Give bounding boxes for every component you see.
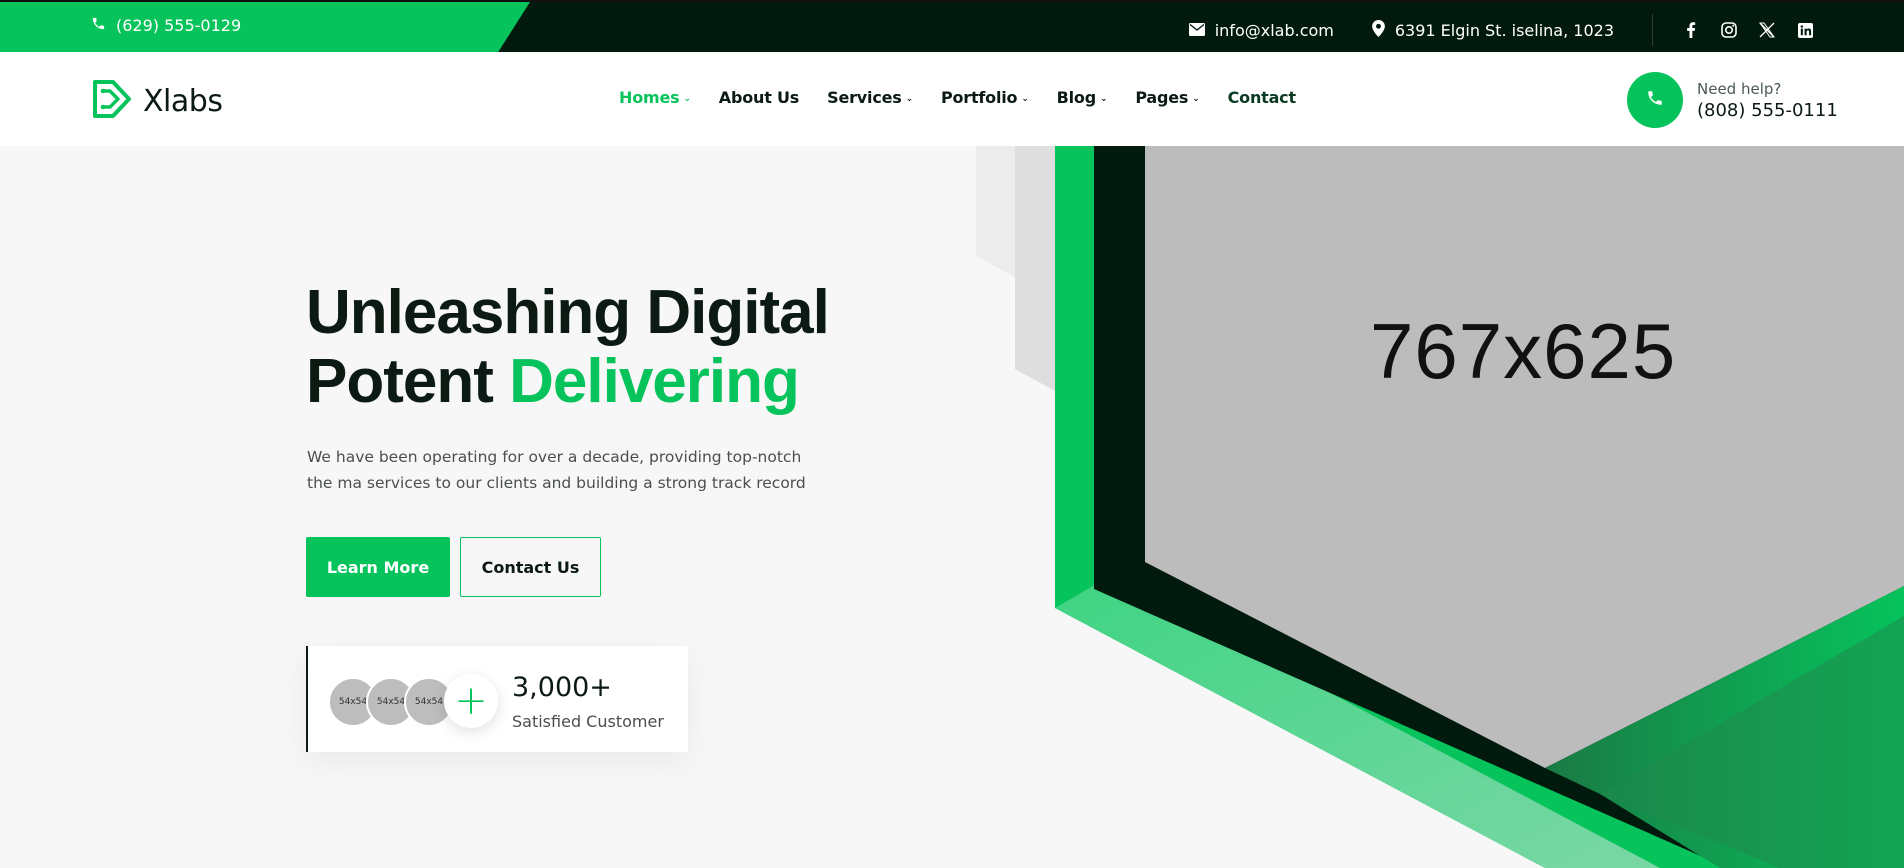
nav-homes-label: Homes bbox=[619, 88, 680, 107]
top-email-link[interactable]: info@xlab.com bbox=[1188, 20, 1334, 40]
top-address-text: 6391 Elgin St. iselina, 1023 bbox=[1394, 20, 1614, 40]
help-label: Need help? bbox=[1697, 79, 1782, 98]
top-phone-link[interactable]: (629) 555-0129 bbox=[91, 16, 241, 35]
nav-blog[interactable]: Blog ⌄ bbox=[1057, 88, 1108, 107]
nav-about-us-label: About Us bbox=[718, 88, 800, 107]
main-nav: Homes ⌄ About Us Services ⌄ Portfolio ⌄ … bbox=[619, 88, 1296, 107]
top-bar: (629) 555-0129 info@xlab.com 6391 Elgin … bbox=[0, 0, 1904, 52]
nav-contact-label: Contact bbox=[1227, 88, 1297, 107]
nav-contact[interactable]: Contact bbox=[1227, 88, 1297, 107]
image-size-label: 767x625 bbox=[1370, 307, 1677, 395]
backdrop-slab bbox=[1015, 146, 1055, 391]
top-bar-accent bbox=[0, 2, 530, 52]
help-text: Need help? (808) 555-0111 bbox=[1697, 80, 1838, 121]
nav-services[interactable]: Services ⌄ bbox=[827, 88, 913, 107]
contact-us-button[interactable]: Contact Us bbox=[460, 537, 601, 597]
location-pin-icon bbox=[1371, 19, 1385, 41]
facebook-icon[interactable] bbox=[1683, 22, 1699, 38]
hero-title-line2: Potent bbox=[306, 347, 510, 416]
customer-stats-card: 54x54 54x54 54x54 + 3,000+ Satisfied Cus… bbox=[306, 646, 688, 752]
instagram-icon[interactable] bbox=[1721, 22, 1737, 38]
site-logo[interactable]: Xlabs bbox=[91, 78, 223, 124]
nav-pages[interactable]: Pages ⌄ bbox=[1135, 88, 1199, 107]
stat-number: 3,000+ bbox=[512, 672, 612, 703]
hero-description: We have been operating for over a decade… bbox=[307, 448, 806, 492]
logo-icon bbox=[91, 78, 133, 124]
top-phone-text: (629) 555-0129 bbox=[116, 16, 242, 35]
nav-homes[interactable]: Homes ⌄ bbox=[619, 88, 691, 107]
nav-services-label: Services bbox=[827, 88, 902, 107]
logo-text: Xlabs bbox=[143, 83, 223, 119]
phone-icon bbox=[91, 16, 106, 35]
chevron-down-icon: ⌄ bbox=[1192, 93, 1200, 104]
chevron-down-icon: ⌄ bbox=[1099, 93, 1108, 104]
help-phone-number[interactable]: (808) 555-0111 bbox=[1697, 100, 1838, 121]
top-divider bbox=[1652, 14, 1653, 46]
help-phone-button[interactable] bbox=[1627, 72, 1683, 128]
chevron-down-icon: ⌄ bbox=[1021, 93, 1029, 104]
phone-icon bbox=[1646, 89, 1664, 111]
nav-pages-label: Pages bbox=[1135, 88, 1189, 107]
chevron-down-icon: ⌄ bbox=[905, 93, 914, 104]
site-header: Xlabs Homes ⌄ About Us Services ⌄ Portfo… bbox=[0, 52, 1904, 146]
hero-title: Unleashing Digital Potent Delivering bbox=[306, 278, 866, 416]
social-links bbox=[1683, 22, 1813, 38]
nav-about-us[interactable]: About Us bbox=[718, 88, 800, 107]
top-address: 6391 Elgin St. iselina, 1023 bbox=[1371, 19, 1614, 41]
mail-icon bbox=[1188, 21, 1205, 40]
chevron-down-icon: ⌄ bbox=[683, 93, 691, 104]
hero-section: 767x625 Unleashing Digital Potent Delive… bbox=[0, 146, 1904, 868]
hero-title-highlight: Delivering bbox=[509, 347, 800, 416]
top-email-text: info@xlab.com bbox=[1214, 20, 1334, 40]
nav-blog-label: Blog bbox=[1056, 88, 1097, 107]
nav-portfolio-label: Portfolio bbox=[940, 88, 1018, 107]
linkedin-icon[interactable] bbox=[1797, 22, 1813, 38]
x-icon[interactable] bbox=[1759, 22, 1775, 38]
top-bar-right: info@xlab.com 6391 Elgin St. iselina, 10… bbox=[1188, 14, 1813, 46]
help-contact[interactable]: Need help? (808) 555-0111 bbox=[1627, 72, 1838, 128]
hero-graphic bbox=[976, 146, 1904, 868]
stat-label: Satisfied Customer bbox=[512, 712, 664, 731]
plus-icon: + bbox=[444, 674, 498, 728]
nav-portfolio[interactable]: Portfolio ⌄ bbox=[941, 88, 1029, 107]
learn-more-button[interactable]: Learn More bbox=[306, 537, 450, 597]
hero-title-line1: Unleashing Digital bbox=[306, 278, 830, 347]
